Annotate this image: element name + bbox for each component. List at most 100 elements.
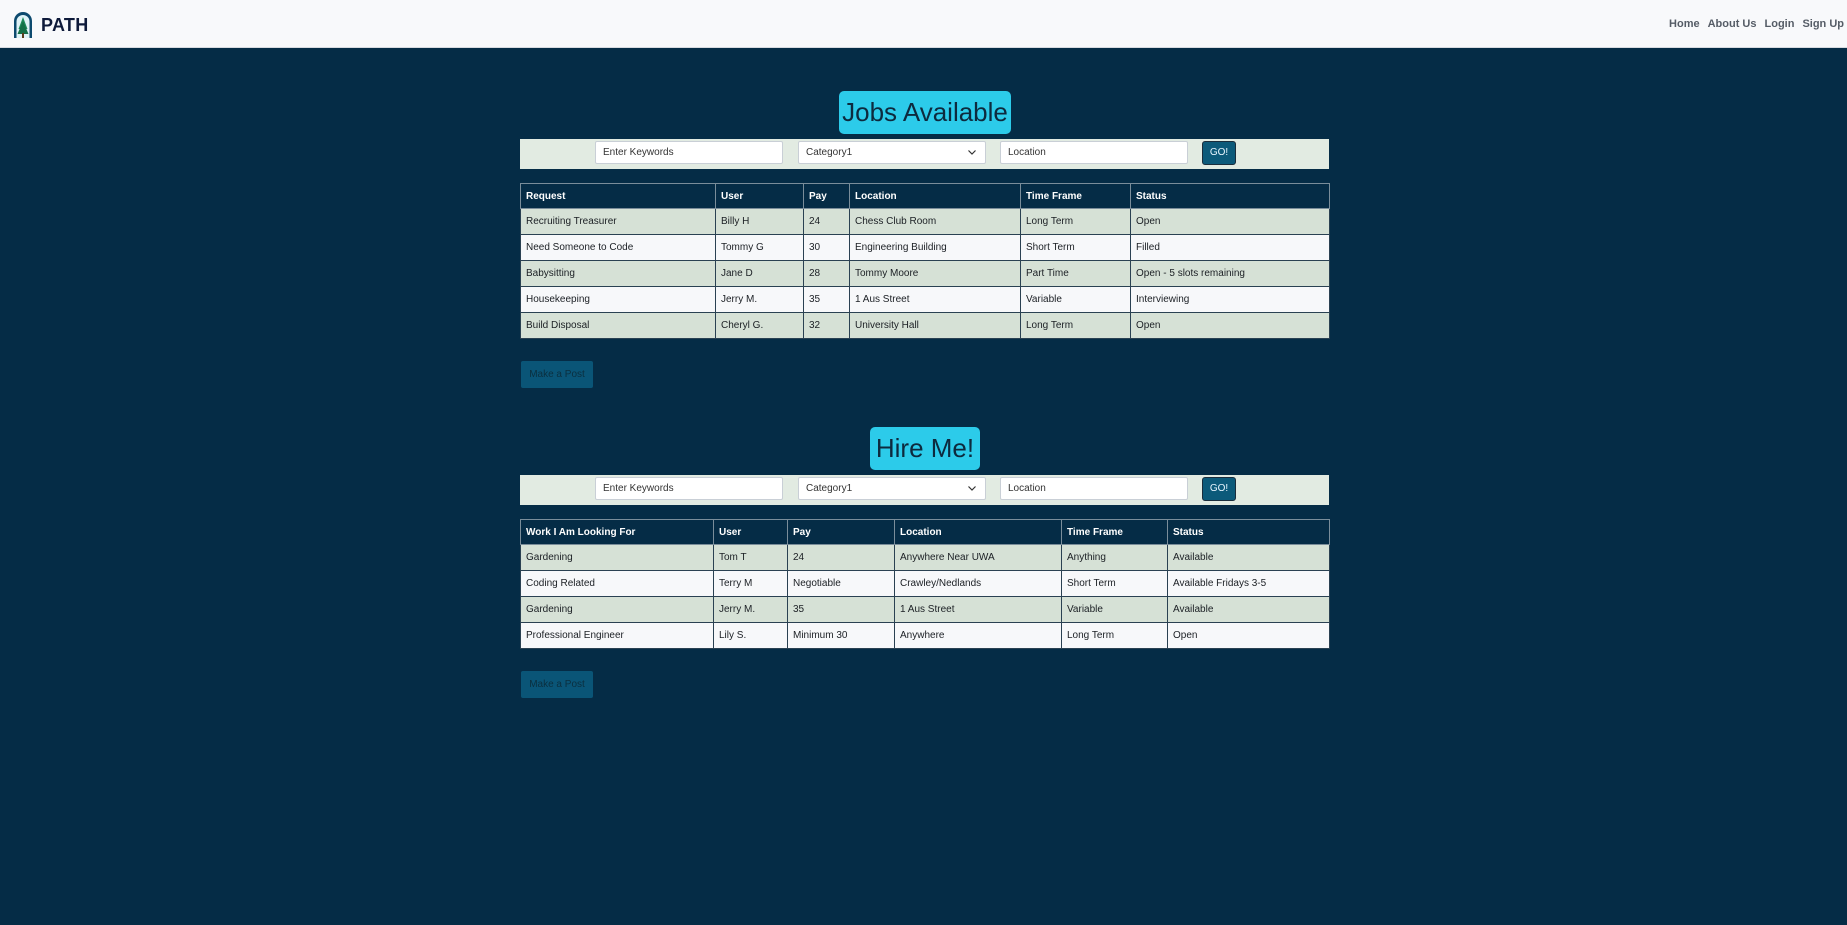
cell-user: Cheryl G.: [715, 312, 804, 339]
cell-user: Jerry M.: [715, 286, 804, 313]
table-row[interactable]: Professional Engineer Lily S. Minimum 30…: [520, 622, 1330, 649]
cell-location: Engineering Building: [849, 234, 1021, 261]
cell-work: Professional Engineer: [520, 622, 714, 649]
cell-request: Recruiting Treasurer: [520, 208, 716, 235]
cell-time-frame: Variable: [1061, 596, 1168, 623]
arch-tree-logo-icon: [13, 11, 33, 39]
table-row[interactable]: Coding Related Terry M Negotiable Crawle…: [520, 570, 1330, 597]
cell-request: Babysitting: [520, 260, 716, 287]
column-header-location[interactable]: Location: [849, 183, 1021, 209]
table-row[interactable]: Housekeeping Jerry M. 35 1 Aus Street Va…: [520, 286, 1330, 313]
navbar: PATH Home About Us Login Sign Up: [0, 0, 1847, 48]
cell-status: Open: [1167, 622, 1330, 649]
table-row[interactable]: Gardening Tom T 24 Anywhere Near UWA Any…: [520, 544, 1330, 571]
nav-home-link[interactable]: Home: [1669, 18, 1700, 30]
cell-time-frame: Short Term: [1020, 234, 1131, 261]
cell-status: Filled: [1130, 234, 1330, 261]
cell-pay: 24: [787, 544, 895, 571]
table-row[interactable]: Babysitting Jane D 28 Tommy Moore Part T…: [520, 260, 1330, 287]
jobs-search-bar: Category1 GO!: [520, 139, 1329, 169]
column-header-user[interactable]: User: [715, 183, 804, 209]
cell-time-frame: Long Term: [1020, 312, 1131, 339]
cell-location: 1 Aus Street: [894, 596, 1062, 623]
column-header-time-frame[interactable]: Time Frame: [1020, 183, 1131, 209]
jobs-category-select[interactable]: Category1: [798, 141, 986, 164]
cell-location: Crawley/Nedlands: [894, 570, 1062, 597]
cell-request: Need Someone to Code: [520, 234, 716, 261]
table-row[interactable]: Gardening Jerry M. 35 1 Aus Street Varia…: [520, 596, 1330, 623]
brand[interactable]: PATH: [13, 10, 89, 40]
column-header-status[interactable]: Status: [1167, 519, 1330, 545]
cell-user: Tom T: [713, 544, 788, 571]
hire-keywords-input[interactable]: [595, 477, 783, 500]
chevron-down-icon: [968, 486, 976, 491]
cell-location: Anywhere Near UWA: [894, 544, 1062, 571]
column-header-location[interactable]: Location: [894, 519, 1062, 545]
cell-request: Housekeeping: [520, 286, 716, 313]
cell-status: Available Fridays 3-5: [1167, 570, 1330, 597]
cell-time-frame: Short Term: [1061, 570, 1168, 597]
cell-pay: 32: [803, 312, 850, 339]
jobs-category-value: Category1: [806, 147, 853, 158]
column-header-work[interactable]: Work I Am Looking For: [520, 519, 714, 545]
jobs-keywords-input[interactable]: [595, 141, 783, 164]
cell-location: Anywhere: [894, 622, 1062, 649]
column-header-status[interactable]: Status: [1130, 183, 1330, 209]
table-row[interactable]: Build Disposal Cheryl G. 32 University H…: [520, 312, 1330, 339]
hire-search-bar: Category1 GO!: [520, 475, 1329, 505]
cell-work: Coding Related: [520, 570, 714, 597]
jobs-section-title: Jobs Available: [839, 91, 1011, 134]
cell-time-frame: Anything: [1061, 544, 1168, 571]
cell-time-frame: Long Term: [1061, 622, 1168, 649]
jobs-location-input[interactable]: [1000, 141, 1188, 164]
cell-time-frame: Variable: [1020, 286, 1131, 313]
cell-status: Available: [1167, 544, 1330, 571]
cell-location: Chess Club Room: [849, 208, 1021, 235]
cell-pay: Minimum 30: [787, 622, 895, 649]
column-header-pay[interactable]: Pay: [787, 519, 895, 545]
cell-work: Gardening: [520, 596, 714, 623]
jobs-go-button[interactable]: GO!: [1202, 141, 1236, 165]
cell-status: Open: [1130, 208, 1330, 235]
nav-signup-link[interactable]: Sign Up: [1802, 18, 1844, 30]
cell-user: Jane D: [715, 260, 804, 287]
cell-pay: 35: [787, 596, 895, 623]
cell-time-frame: Long Term: [1020, 208, 1131, 235]
hire-make-post-button[interactable]: Make a Post: [521, 671, 593, 698]
hire-category-value: Category1: [806, 483, 853, 494]
hire-table-header: Work I Am Looking For User Pay Location …: [520, 519, 1330, 545]
column-header-pay[interactable]: Pay: [803, 183, 850, 209]
column-header-user[interactable]: User: [713, 519, 788, 545]
column-header-time-frame[interactable]: Time Frame: [1061, 519, 1168, 545]
cell-time-frame: Part Time: [1020, 260, 1131, 287]
column-header-request[interactable]: Request: [520, 183, 716, 209]
nav-links: Home About Us Login Sign Up: [1669, 0, 1847, 48]
jobs-make-post-button[interactable]: Make a Post: [521, 361, 593, 388]
cell-work: Gardening: [520, 544, 714, 571]
cell-location: 1 Aus Street: [849, 286, 1021, 313]
cell-user: Terry M: [713, 570, 788, 597]
cell-status: Open: [1130, 312, 1330, 339]
table-row[interactable]: Recruiting Treasurer Billy H 24 Chess Cl…: [520, 208, 1330, 235]
chevron-down-icon: [968, 150, 976, 155]
cell-user: Lily S.: [713, 622, 788, 649]
cell-user: Jerry M.: [713, 596, 788, 623]
cell-pay: 28: [803, 260, 850, 287]
hire-go-button[interactable]: GO!: [1202, 477, 1236, 501]
hire-category-select[interactable]: Category1: [798, 477, 986, 500]
nav-login-link[interactable]: Login: [1765, 18, 1795, 30]
table-row[interactable]: Need Someone to Code Tommy G 30 Engineer…: [520, 234, 1330, 261]
cell-pay: 30: [803, 234, 850, 261]
cell-user: Tommy G: [715, 234, 804, 261]
cell-pay: 24: [803, 208, 850, 235]
cell-pay: Negotiable: [787, 570, 895, 597]
cell-pay: 35: [803, 286, 850, 313]
cell-request: Build Disposal: [520, 312, 716, 339]
cell-location: University Hall: [849, 312, 1021, 339]
hire-section-title: Hire Me!: [870, 427, 980, 470]
hire-location-input[interactable]: [1000, 477, 1188, 500]
brand-name: PATH: [41, 14, 89, 35]
cell-location: Tommy Moore: [849, 260, 1021, 287]
nav-about-link[interactable]: About Us: [1708, 18, 1757, 30]
cell-status: Open - 5 slots remaining: [1130, 260, 1330, 287]
